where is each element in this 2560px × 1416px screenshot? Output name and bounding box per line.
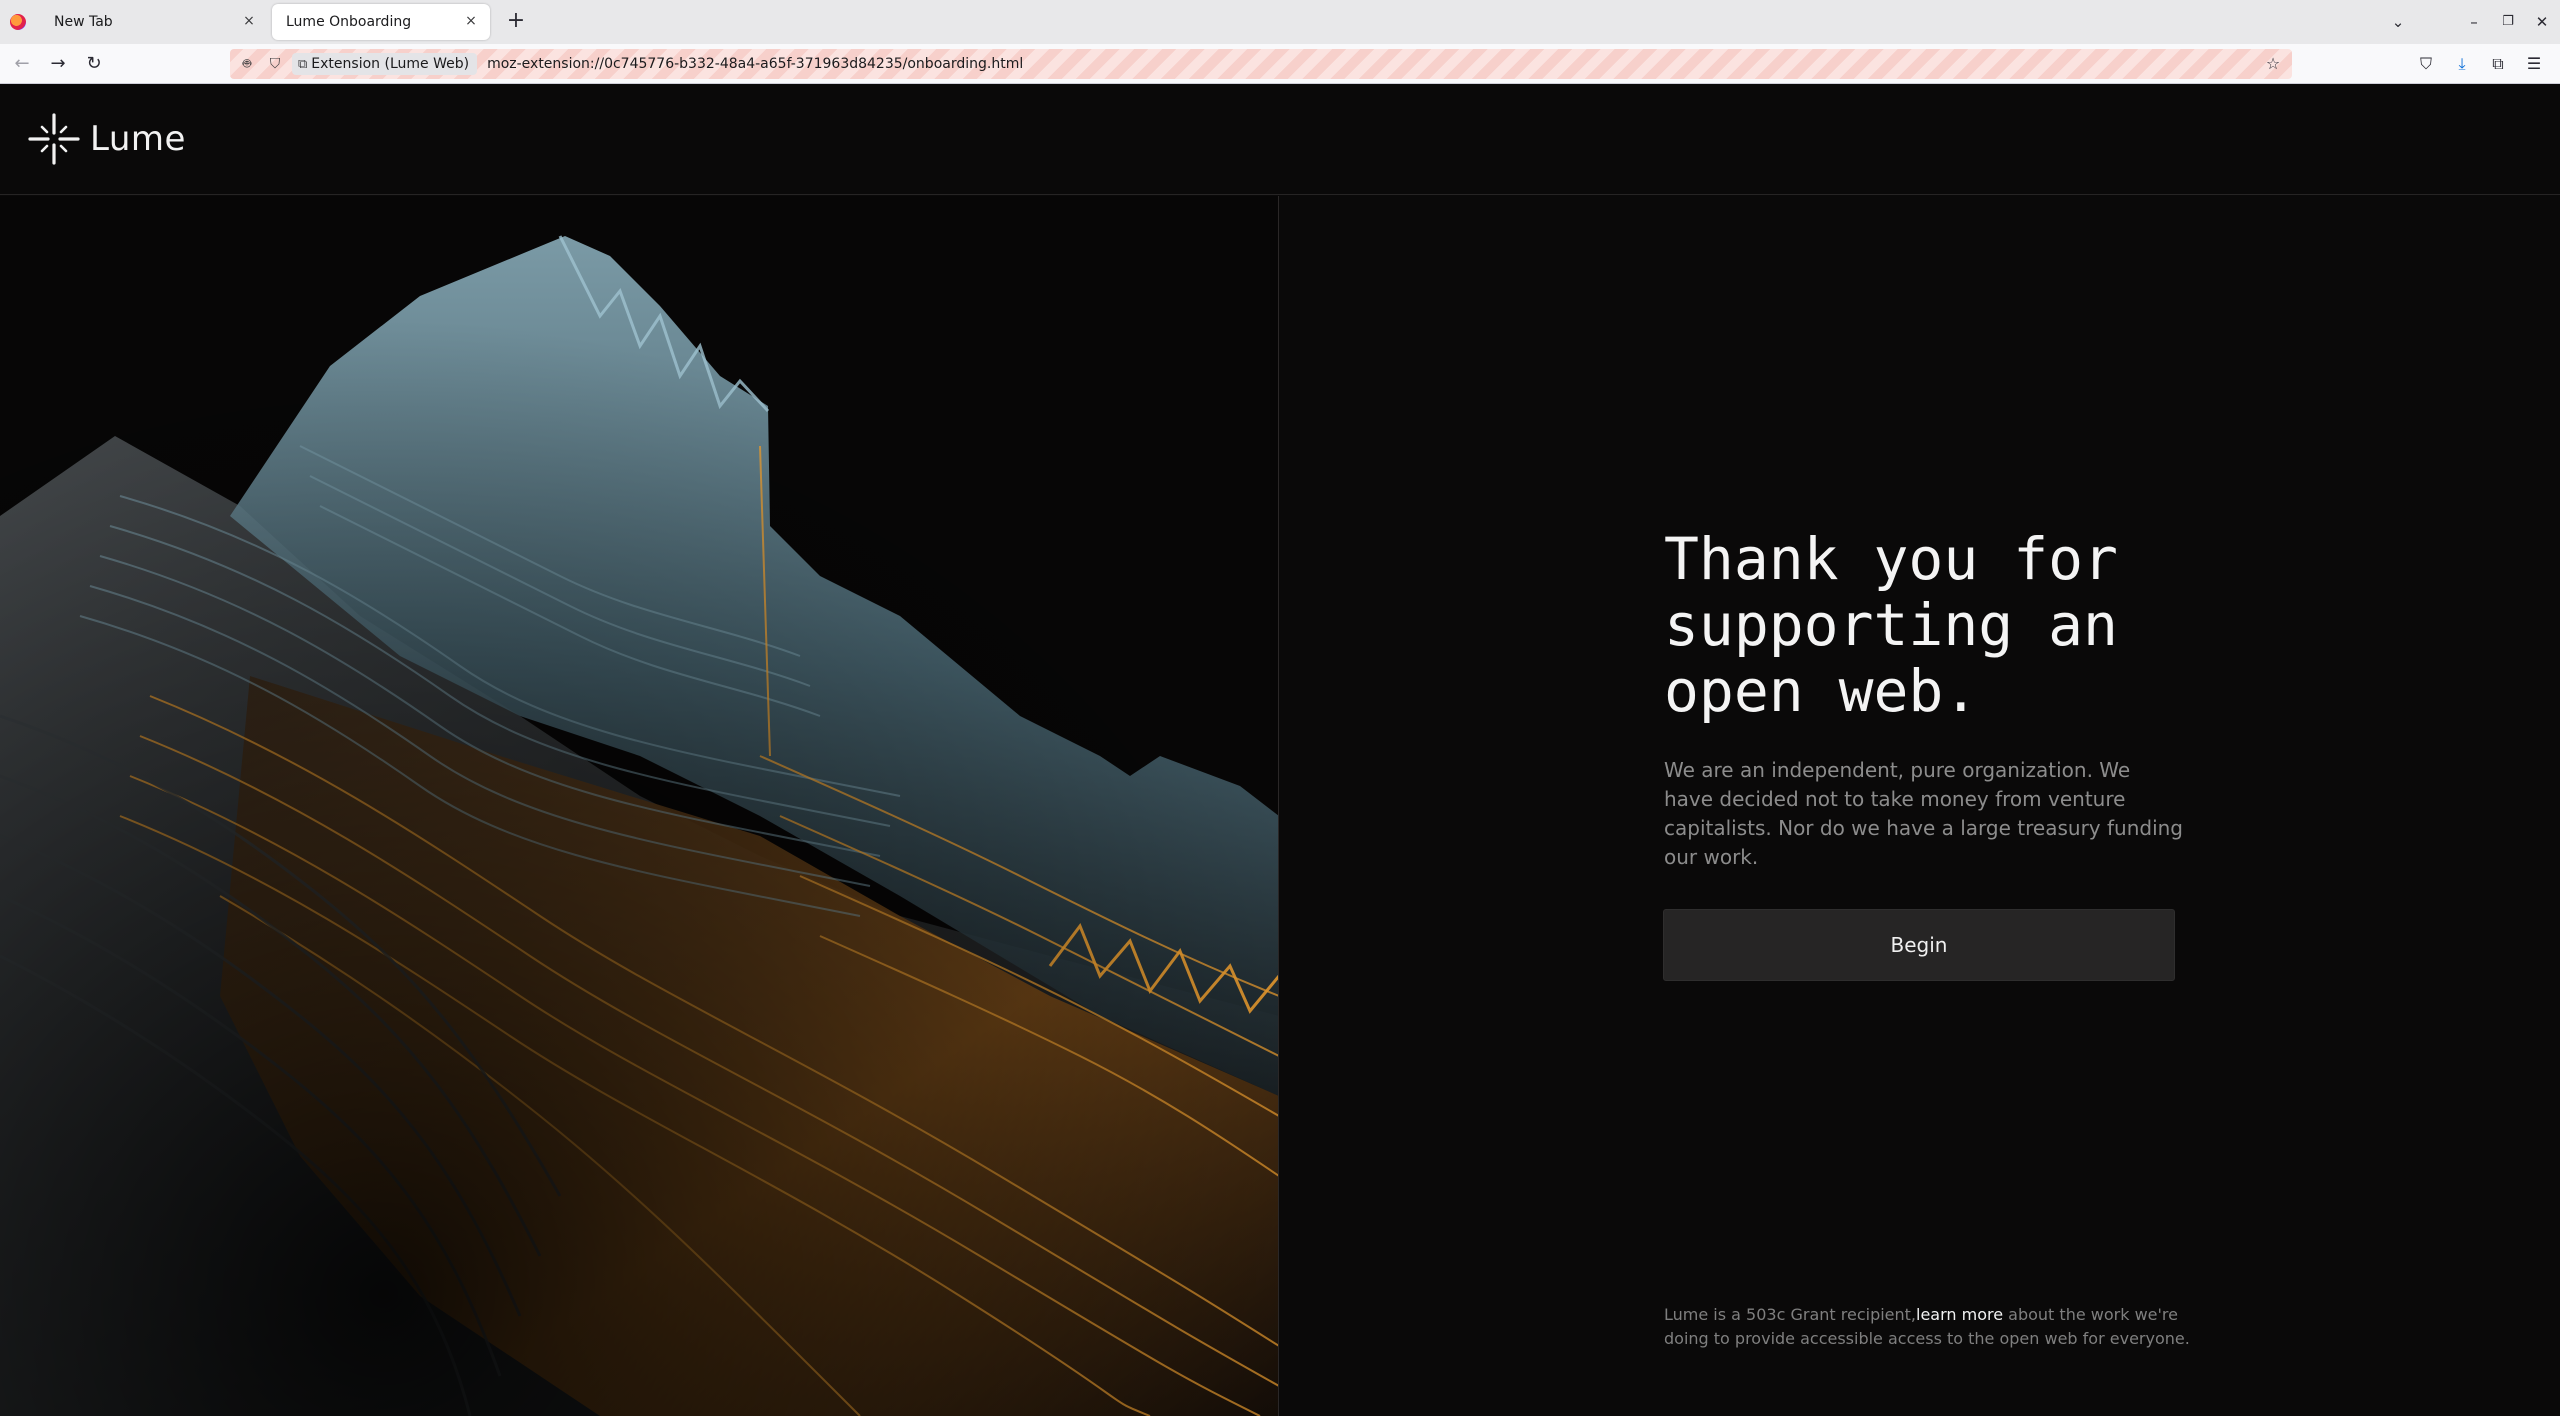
- puzzle-icon[interactable]: ⧉: [2484, 50, 2512, 78]
- hamburger-menu-icon[interactable]: ☰: [2520, 50, 2548, 78]
- close-window-icon[interactable]: ✕: [2528, 8, 2556, 36]
- pocket-icon[interactable]: ⛉: [2412, 50, 2440, 78]
- tab-lume-onboarding[interactable]: Lume Onboarding ×: [272, 4, 490, 40]
- learn-more-link[interactable]: learn more: [1916, 1305, 2003, 1324]
- minimize-icon[interactable]: –: [2460, 8, 2488, 36]
- download-icon[interactable]: ⤓: [2448, 50, 2476, 78]
- identity-chip[interactable]: ⧉ Extension (Lume Web): [292, 53, 478, 75]
- robot-icon[interactable]: 🤖︎: [236, 53, 258, 75]
- brand-name: Lume: [90, 119, 186, 159]
- footnote-prefix: Lume is a 503c Grant recipient,: [1664, 1305, 1917, 1324]
- lume-logo-icon: [28, 113, 80, 165]
- page-title: Thank you for supporting an open web.: [1664, 525, 2118, 725]
- hero-artwork: [0, 196, 1279, 1416]
- lume-logo[interactable]: Lume: [28, 113, 186, 165]
- close-tab-icon[interactable]: ×: [462, 13, 480, 29]
- begin-button[interactable]: Begin: [1663, 909, 2175, 981]
- star-icon[interactable]: ☆: [2262, 53, 2284, 75]
- tab-label: Lume Onboarding: [286, 14, 412, 30]
- puzzle-icon: ⧉: [298, 56, 308, 72]
- site-header: Lume: [0, 85, 2560, 195]
- address-bar[interactable]: 🤖︎ ⛉ ⧉ Extension (Lume Web) moz-extensio…: [230, 49, 2292, 79]
- abstract-wave-illustration: [0, 196, 1278, 1416]
- browser-toolbar: ← → ↻ 🤖︎ ⛉ ⧉ Extension (Lume Web) moz-ex…: [0, 44, 2560, 84]
- tab-label: New Tab: [54, 14, 113, 30]
- url-text[interactable]: moz-extension://0c745776-b332-48a4-a65f-…: [487, 56, 1023, 72]
- hero-content: Thank you for supporting an open web. We…: [1280, 196, 2560, 1416]
- onboarding-page: Lume Thank you for supporting an open we…: [0, 85, 2560, 1416]
- reload-icon[interactable]: ↻: [80, 50, 108, 78]
- identity-label: Extension (Lume Web): [311, 56, 470, 72]
- tab-new-tab[interactable]: New Tab ×: [40, 4, 268, 40]
- intro-text: We are an independent, pure organization…: [1664, 758, 2183, 869]
- new-tab-button[interactable]: +: [504, 10, 528, 34]
- close-tab-icon[interactable]: ×: [240, 13, 258, 29]
- chevron-down-icon[interactable]: ⌄: [2384, 8, 2412, 36]
- forward-arrow-icon[interactable]: →: [44, 50, 72, 78]
- shield-icon[interactable]: ⛉: [264, 53, 286, 75]
- firefox-icon: [10, 14, 26, 30]
- browser-tab-bar: New Tab × Lume Onboarding × + ⌄ – ❐ ✕: [0, 0, 2560, 44]
- grant-footnote: Lume is a 503c Grant recipient,learn mor…: [1664, 1303, 2204, 1351]
- back-arrow-icon[interactable]: ←: [8, 50, 36, 78]
- restore-icon[interactable]: ❐: [2494, 8, 2522, 36]
